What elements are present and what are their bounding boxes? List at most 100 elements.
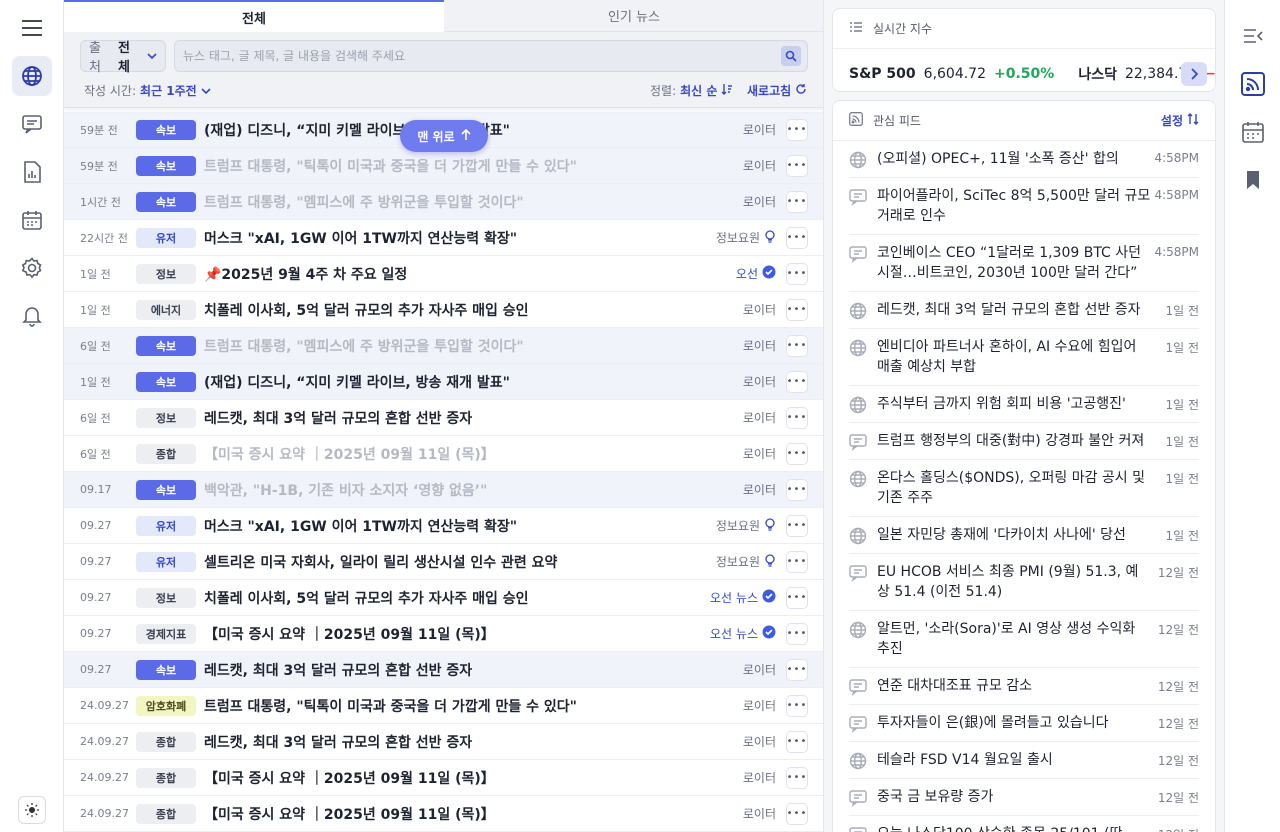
row-title[interactable]: 백악관, "H-1B, 기존 비자 소지자 ‘영향 없음’" xyxy=(204,480,724,500)
more-options-icon[interactable]: ••• xyxy=(786,406,808,429)
news-row[interactable]: 6일 전 정보 레드캣, 최대 3억 달러 규모의 혼합 선반 증자 로이터 ••• xyxy=(64,400,823,436)
feed-item[interactable]: 코인베이스 CEO “1달러로 1,309 BTC 사던 시절…비트코인, 20… xyxy=(849,235,1199,292)
row-title[interactable]: 트럼프 대통령, "멤피스에 주 방위군을 투입할 것이다" xyxy=(204,336,724,356)
chevron-right-icon[interactable] xyxy=(1181,62,1207,86)
more-options-icon[interactable]: ••• xyxy=(786,118,808,141)
feed-settings-button[interactable]: 설정 xyxy=(1161,112,1199,129)
feed-item[interactable]: 트럼프 행정부의 대중(對中) 강경파 불안 커져 1일 전 xyxy=(849,423,1199,460)
settings-icon[interactable] xyxy=(12,248,52,288)
feed-item[interactable]: 레드캣, 최대 3억 달러 규모의 혼합 선반 증자 1일 전 xyxy=(849,292,1199,329)
source-select[interactable]: 출처 전체 xyxy=(80,40,166,75)
news-row[interactable]: 24.09.27 종합 레드캣, 최대 3억 달러 규모의 혼합 선반 증자 로이터 •… xyxy=(64,724,823,760)
report-icon[interactable] xyxy=(12,152,52,192)
tab-popular[interactable]: 인기 뉴스 xyxy=(444,0,823,32)
feed-item[interactable]: 파이어플라이, SciTec 8억 5,500만 달러 규모 거래로 인수 4:5… xyxy=(849,178,1199,235)
tab-all[interactable]: 전체 xyxy=(64,0,444,32)
row-title[interactable]: 치폴레 이사회, 5억 달러 규모의 추가 자사주 매입 승인 xyxy=(204,300,724,320)
more-options-icon[interactable]: ••• xyxy=(786,298,808,321)
more-options-icon[interactable]: ••• xyxy=(786,550,808,573)
row-title[interactable]: 【미국 증시 요약 ｜2025년 09월 11일 (목)】 xyxy=(204,768,724,788)
sort-filter[interactable]: 정렬: 최신 순 xyxy=(650,82,733,99)
feed-item[interactable]: 오늘 나스닥100 상승한 종목 25/101 (딴 1/4)12일 전 xyxy=(849,816,1199,832)
feed-item[interactable]: EU HCOB 서비스 최종 PMI (9월) 51.3, 예상 51.4 (이… xyxy=(849,554,1199,611)
more-options-icon[interactable]: ••• xyxy=(786,442,808,465)
feed-item[interactable]: 중국 금 보유량 증가 12일 전 xyxy=(849,779,1199,816)
news-row[interactable]: 09.27 유저 머스크 "xAI, 1GW 이어 1TW까지 연산능력 확장" 정보… xyxy=(64,508,823,544)
more-options-icon[interactable]: ••• xyxy=(786,658,808,681)
news-row[interactable]: 09.27 정보 치폴레 이사회, 5억 달러 규모의 추가 자사주 매입 승인 오선… xyxy=(64,580,823,616)
more-options-icon[interactable]: ••• xyxy=(786,478,808,501)
news-row[interactable]: 59분 전 속보 트럼프 대통령, "틱톡이 미국과 중국을 더 가깝게 만들 수 … xyxy=(64,148,823,184)
feed-item[interactable]: 주식부터 금까지 위험 회피 비용 '고공행진' 1일 전 xyxy=(849,386,1199,423)
news-row[interactable]: 09.17 속보 백악관, "H-1B, 기존 비자 소지자 ‘영향 없음’" 로이터… xyxy=(64,472,823,508)
row-title[interactable]: 레드캣, 최대 3억 달러 규모의 혼합 선반 증자 xyxy=(204,660,724,680)
row-title[interactable]: 셀트리온 미국 자회사, 일라이 릴리 생산시설 인수 관련 요약 xyxy=(204,552,724,572)
back-to-top-button[interactable]: 맨 위로 xyxy=(400,120,488,152)
more-options-icon[interactable]: ••• xyxy=(786,190,808,213)
more-options-icon[interactable]: ••• xyxy=(786,802,808,825)
chat-icon[interactable] xyxy=(12,104,52,144)
row-title[interactable]: 트럼프 대통령, "멤피스에 주 방위군을 투입할 것이다" xyxy=(204,192,724,212)
news-row[interactable]: 24.09.27 암호화폐 트럼프 대통령, "틱톡이 미국과 중국을 더 가깝게 … xyxy=(64,688,823,724)
collapse-icon[interactable] xyxy=(1241,24,1265,48)
news-row[interactable]: 6일 전 종합 【미국 증시 요약 ｜2025년 09월 11일 (목)】 로이터 ••… xyxy=(64,436,823,472)
more-options-icon[interactable]: ••• xyxy=(786,694,808,717)
bookmark-icon[interactable] xyxy=(1241,168,1265,192)
feed-item[interactable]: 일본 자민당 총재에 '다카이치 사나에' 당선 1일 전 xyxy=(849,517,1199,554)
row-title[interactable]: 치폴레 이사회, 5억 달러 규모의 추가 자사주 매입 승인 xyxy=(204,588,724,608)
news-row[interactable]: 1일 전 정보 📌2025년 9월 4주 차 주요 일정 오선 ••• xyxy=(64,256,823,292)
row-title[interactable]: 트럼프 대통령, "틱톡이 미국과 중국을 더 가깝게 만들 수 있다" xyxy=(204,156,724,176)
feed-item[interactable]: 연준 대차대조표 규모 감소 12일 전 xyxy=(849,668,1199,705)
search-icon[interactable] xyxy=(781,46,801,66)
globe-icon[interactable] xyxy=(12,56,52,96)
news-row[interactable]: 1일 전 속보 (재업) 디즈니, “지미 키멜 라이브, 방송 재개 발표" 로이터… xyxy=(64,364,823,400)
news-row[interactable]: 09.27 유저 셀트리온 미국 자회사, 일라이 릴리 생산시설 인수 관련 요약… xyxy=(64,544,823,580)
news-row[interactable]: 6일 전 속보 트럼프 대통령, "멤피스에 주 방위군을 투입할 것이다" 로이터 •… xyxy=(64,328,823,364)
more-options-icon[interactable]: ••• xyxy=(786,154,808,177)
more-options-icon[interactable]: ••• xyxy=(786,370,808,393)
refresh-button[interactable]: 새로고침 xyxy=(747,82,807,99)
row-title[interactable]: 【미국 증시 요약 ｜2025년 09월 11일 (목)】 xyxy=(204,444,724,464)
row-title[interactable]: 📌2025년 9월 4주 차 주요 일정 xyxy=(204,264,724,284)
feed-item[interactable]: 온다스 홀딩스($ONDS), 오퍼링 마감 공시 및 기존 주주 1일 전 xyxy=(849,460,1199,517)
calendar-icon[interactable] xyxy=(1241,120,1265,144)
news-row[interactable]: 09.27 경제지표 【미국 증시 요약 ｜2025년 09월 11일 (목)】 오선… xyxy=(64,616,823,652)
more-options-icon[interactable]: ••• xyxy=(786,622,808,645)
more-options-icon[interactable]: ••• xyxy=(786,514,808,537)
news-row[interactable]: 24.09.27 종합 【미국 증시 요약 ｜2025년 09월 11일 (목)】 로… xyxy=(64,760,823,796)
news-row[interactable]: 24.09.27 종합 【미국 증시 요약 ｜2025년 09월 11일 (목)】 로… xyxy=(64,796,823,832)
more-options-icon[interactable]: ••• xyxy=(786,226,808,249)
more-options-icon[interactable]: ••• xyxy=(786,766,808,789)
feed-item[interactable]: 알트먼, '소라(Sora)'로 AI 영상 생성 수익화 추진 12일 전 xyxy=(849,611,1199,668)
rss-icon[interactable] xyxy=(1241,72,1265,96)
news-row[interactable]: 22시간 전 유저 머스크 "xAI, 1GW 이어 1TW까지 연산능력 확장" 정… xyxy=(64,220,823,256)
feed-item[interactable]: 엔비디아 파트너사 혼하이, AI 수요에 힘입어 매출 예상치 부합 1일 전 xyxy=(849,329,1199,386)
row-title[interactable]: 레드캣, 최대 3억 달러 규모의 혼합 선반 증자 xyxy=(204,732,724,752)
row-title[interactable]: 【미국 증시 요약 ｜2025년 09월 11일 (목)】 xyxy=(204,624,724,644)
row-title[interactable]: 머스크 "xAI, 1GW 이어 1TW까지 연산능력 확장" xyxy=(204,516,724,536)
news-row[interactable]: 1시간 전 속보 트럼프 대통령, "멤피스에 주 방위군을 투입할 것이다" 로이터… xyxy=(64,184,823,220)
feed-item[interactable]: 테슬라 FSD V14 월요일 출시 12일 전 xyxy=(849,742,1199,779)
globe-icon xyxy=(849,752,867,770)
theme-toggle-sun-icon[interactable] xyxy=(18,796,46,824)
search-input[interactable] xyxy=(175,41,755,71)
menu-icon[interactable] xyxy=(12,8,52,48)
row-title[interactable]: 레드캣, 최대 3억 달러 규모의 혼합 선반 증자 xyxy=(204,408,724,428)
feed-item-text: 오늘 나스닥100 상승한 종목 25/101 (딴 1/4) xyxy=(877,824,1199,832)
bell-icon[interactable] xyxy=(12,296,52,336)
news-row[interactable]: 1일 전 에너지 치폴레 이사회, 5억 달러 규모의 추가 자사주 매입 승인 로이… xyxy=(64,292,823,328)
feed-item[interactable]: (오피셜) OPEC+, 11월 '소폭 증산' 합의 4:58PM xyxy=(849,141,1199,178)
row-title[interactable]: 머스크 "xAI, 1GW 이어 1TW까지 연산능력 확장" xyxy=(204,228,724,248)
more-options-icon[interactable]: ••• xyxy=(786,586,808,609)
time-filter[interactable]: 작성 시간: 최근 1주전 xyxy=(84,82,211,99)
calendar-icon[interactable] xyxy=(12,200,52,240)
publisher-name: 로이터 xyxy=(742,447,776,461)
row-title[interactable]: 【미국 증시 요약 ｜2025년 09월 11일 (목)】 xyxy=(204,804,724,824)
news-row[interactable]: 09.27 속보 레드캣, 최대 3억 달러 규모의 혼합 선반 증자 로이터 ••• xyxy=(64,652,823,688)
row-title[interactable]: (재업) 디즈니, “지미 키멜 라이브, 방송 재개 발표" xyxy=(204,372,724,392)
more-options-icon[interactable]: ••• xyxy=(786,730,808,753)
feed-item[interactable]: 투자자들이 은(銀)에 몰려들고 있습니다 12일 전 xyxy=(849,705,1199,742)
more-options-icon[interactable]: ••• xyxy=(786,262,808,285)
row-title[interactable]: 트럼프 대통령, "틱톡이 미국과 중국을 더 가깝게 만들 수 있다" xyxy=(204,696,724,716)
more-options-icon[interactable]: ••• xyxy=(786,334,808,357)
